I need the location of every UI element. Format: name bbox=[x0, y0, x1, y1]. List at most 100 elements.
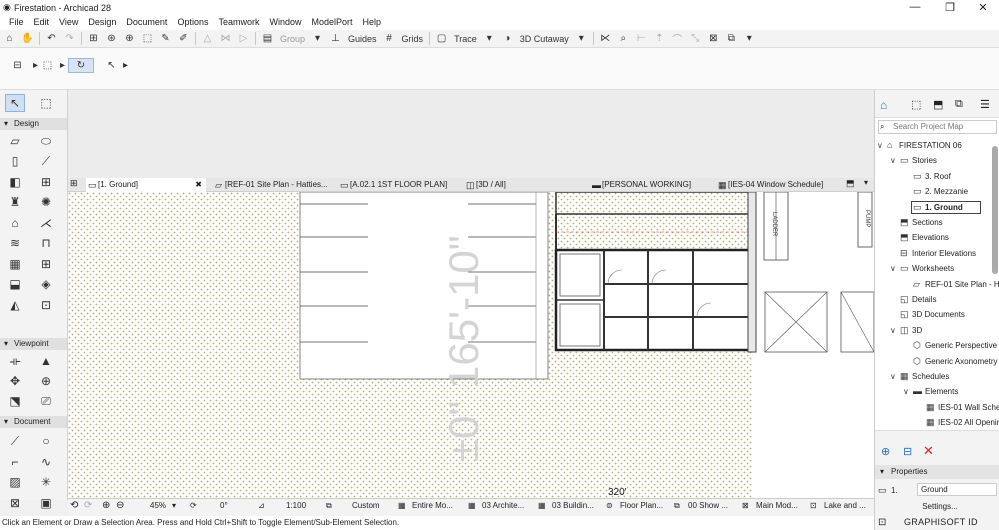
offset-icon[interactable]: ⇡ bbox=[652, 31, 667, 46]
publish-icon[interactable]: ⧉ bbox=[724, 31, 739, 46]
home-icon[interactable]: ⌂ bbox=[2, 31, 17, 46]
chevron-down-icon[interactable]: ∨ bbox=[890, 261, 896, 276]
tree-item[interactable]: ⊟ Interior Elevations bbox=[875, 246, 990, 261]
search-input[interactable]: Search Project Map bbox=[878, 120, 997, 134]
door-tool-icon[interactable]: ◧ bbox=[5, 173, 25, 191]
marquee-tool-icon[interactable]: ⬚ bbox=[36, 94, 56, 112]
prop-name-field[interactable]: Ground bbox=[917, 483, 997, 496]
menu-document[interactable]: Document bbox=[121, 16, 172, 30]
menu-view[interactable]: View bbox=[54, 16, 83, 30]
tree-item[interactable]: ▭ 1. Ground bbox=[875, 199, 990, 215]
split-icon[interactable]: ⋉ bbox=[598, 31, 613, 46]
hatch-icon[interactable]: ▤ bbox=[260, 31, 275, 46]
zoom-value[interactable]: 45% bbox=[150, 501, 166, 510]
tree-item[interactable]: ∨ ▬ Elements bbox=[875, 384, 990, 399]
menu-edit[interactable]: Edit bbox=[29, 16, 55, 30]
tab-window-schedule[interactable]: ▦ [IES-04 Window Schedule] bbox=[716, 178, 836, 192]
minimize-button[interactable]: — bbox=[905, 1, 925, 13]
arrange-icon[interactable]: △ bbox=[200, 31, 215, 46]
mirror-icon[interactable]: ⋈ bbox=[218, 31, 233, 46]
circle-tool-icon[interactable]: ○ bbox=[36, 432, 56, 450]
redo-icon[interactable]: ↷ bbox=[62, 31, 77, 46]
settings-button[interactable]: Settings... bbox=[905, 500, 975, 513]
window-tool-icon[interactable]: ⊞ bbox=[36, 173, 56, 191]
tab-site-plan[interactable]: ▱ [REF-01 Site Plan - Hatties... bbox=[213, 178, 328, 192]
stair-tool-icon[interactable]: ≋ bbox=[5, 234, 25, 252]
structure-value[interactable]: Lake and ... bbox=[824, 501, 866, 510]
stretch-icon[interactable]: ⤡ bbox=[688, 31, 703, 46]
interior-elevation-tool-icon[interactable]: ✥ bbox=[5, 372, 25, 390]
line-tool-icon[interactable]: ⟋ bbox=[5, 432, 25, 450]
layout-book-icon[interactable]: ⬒ bbox=[933, 98, 943, 111]
tab-3d-all[interactable]: ◫ [3D / All] bbox=[464, 178, 579, 192]
move-icon[interactable]: ▷ bbox=[236, 31, 251, 46]
tab-list-icon[interactable]: ⬒ bbox=[846, 178, 855, 189]
tree-item[interactable]: ⬡ Generic Axonometry bbox=[875, 354, 997, 369]
spline-tool-icon[interactable]: ∿ bbox=[36, 453, 56, 471]
cutaway-button[interactable]: 3D Cutaway bbox=[518, 31, 571, 46]
find-icon[interactable]: ⌕ bbox=[616, 31, 631, 46]
tree-item[interactable]: ▦ IES-02 All Opening bbox=[875, 415, 999, 430]
polyline-tool-icon[interactable]: ⌐ bbox=[5, 453, 25, 471]
roof-tool-icon[interactable]: ⌂ bbox=[5, 214, 25, 232]
group-button[interactable]: Group bbox=[278, 31, 307, 46]
menu-window[interactable]: Window bbox=[264, 16, 306, 30]
camera-tool-icon[interactable]: ⎚ bbox=[36, 392, 56, 410]
menu-design[interactable]: Design bbox=[83, 16, 121, 30]
worksheet-tool-icon[interactable]: ⊕ bbox=[36, 372, 56, 390]
override-value[interactable]: 00 Show ... bbox=[688, 501, 728, 510]
tree-item[interactable]: ∨ ▭ Stories bbox=[875, 153, 990, 168]
new-folder-icon[interactable]: ⊟ bbox=[903, 445, 912, 458]
chevron-down-icon[interactable]: ▾ bbox=[482, 31, 497, 46]
delete-icon[interactable]: ✕ bbox=[923, 443, 934, 459]
wall-tool-icon[interactable]: ▱ bbox=[5, 132, 25, 150]
menu-icon[interactable]: ☰ bbox=[980, 98, 990, 111]
column-tool-icon[interactable]: ▯ bbox=[5, 152, 25, 170]
tree-item[interactable]: ⬒ Sections bbox=[875, 215, 990, 230]
maximize-button[interactable]: ❐ bbox=[940, 1, 960, 14]
undo-icon[interactable]: ↶ bbox=[44, 31, 59, 46]
chevron-down-icon[interactable]: ▾ bbox=[864, 178, 868, 187]
trace-button[interactable]: Trace bbox=[452, 31, 479, 46]
grids-icon[interactable]: # bbox=[382, 31, 397, 46]
pick-up-icon[interactable]: ✎ bbox=[158, 31, 173, 46]
morph-tool-icon[interactable]: ◈ bbox=[36, 275, 56, 293]
undo-view-icon[interactable]: ⟲ bbox=[70, 500, 78, 511]
tab-overview-icon[interactable]: ⊞ bbox=[70, 178, 78, 189]
tab-1st-floor-plan[interactable]: ▭ [A.02.1 1ST FLOOR PLAN] bbox=[338, 178, 453, 192]
orbit-icon[interactable]: ⊛ bbox=[104, 31, 119, 46]
trace-icon[interactable]: ▢ bbox=[434, 31, 449, 46]
pointer-icon[interactable]: ↖ bbox=[104, 58, 119, 73]
fit-window-icon[interactable]: ⊞ bbox=[86, 31, 101, 46]
selection-shape-icon[interactable]: ⬚ bbox=[40, 58, 55, 73]
project-map-icon[interactable]: ⌂ bbox=[880, 98, 887, 112]
chevron-down-icon[interactable]: ∨ bbox=[877, 138, 883, 153]
rotate-view-icon[interactable]: ⟳ bbox=[190, 501, 197, 510]
tree-item[interactable]: ∨ ⌂ FIRESTATION 06 bbox=[875, 138, 990, 153]
chevron-down-icon[interactable]: ▾ bbox=[742, 31, 757, 46]
tree-item[interactable]: ▭ 3. Roof bbox=[875, 169, 990, 184]
drawing-canvas[interactable]: LADDER PUMP ±0" 165'-10" 320' bbox=[68, 192, 874, 498]
figure-tool-icon[interactable]: ⊠ bbox=[5, 494, 25, 512]
mvo-value[interactable]: Floor Plan... bbox=[620, 501, 663, 510]
zoom-area-icon[interactable]: ⬚ bbox=[140, 31, 155, 46]
slab-tool-icon[interactable]: ⬭ bbox=[36, 132, 56, 150]
menu-modelport[interactable]: ModelPort bbox=[307, 16, 358, 30]
close-button[interactable]: ✕ bbox=[973, 1, 993, 14]
chevron-down-icon[interactable]: ▾ bbox=[310, 31, 325, 46]
fill-tool-icon[interactable]: ▨ bbox=[5, 473, 25, 491]
section-tool-icon[interactable]: ⟛ bbox=[5, 352, 25, 370]
redo-view-icon[interactable]: ⟳ bbox=[84, 500, 92, 511]
tab-1-ground[interactable]: ▭ [1. Ground] ✖ bbox=[86, 178, 206, 192]
marquee-icon[interactable]: ⊟ bbox=[10, 58, 25, 73]
renovation-value[interactable]: Main Mod... bbox=[756, 501, 798, 510]
curtain-wall-tool-icon[interactable]: ▦ bbox=[5, 255, 25, 273]
menu-teamwork[interactable]: Teamwork bbox=[213, 16, 264, 30]
tree-item[interactable]: ⬒ Elevations bbox=[875, 230, 990, 245]
tree-item[interactable]: ∨ ▭ Worksheets bbox=[875, 261, 990, 276]
section-design[interactable]: Design bbox=[0, 118, 67, 130]
detail-tool-icon[interactable]: ⬔ bbox=[5, 392, 25, 410]
chevron-down-icon[interactable]: ∨ bbox=[890, 323, 896, 338]
menu-options[interactable]: Options bbox=[172, 16, 213, 30]
zoom-out-icon[interactable]: ⊖ bbox=[116, 500, 124, 511]
